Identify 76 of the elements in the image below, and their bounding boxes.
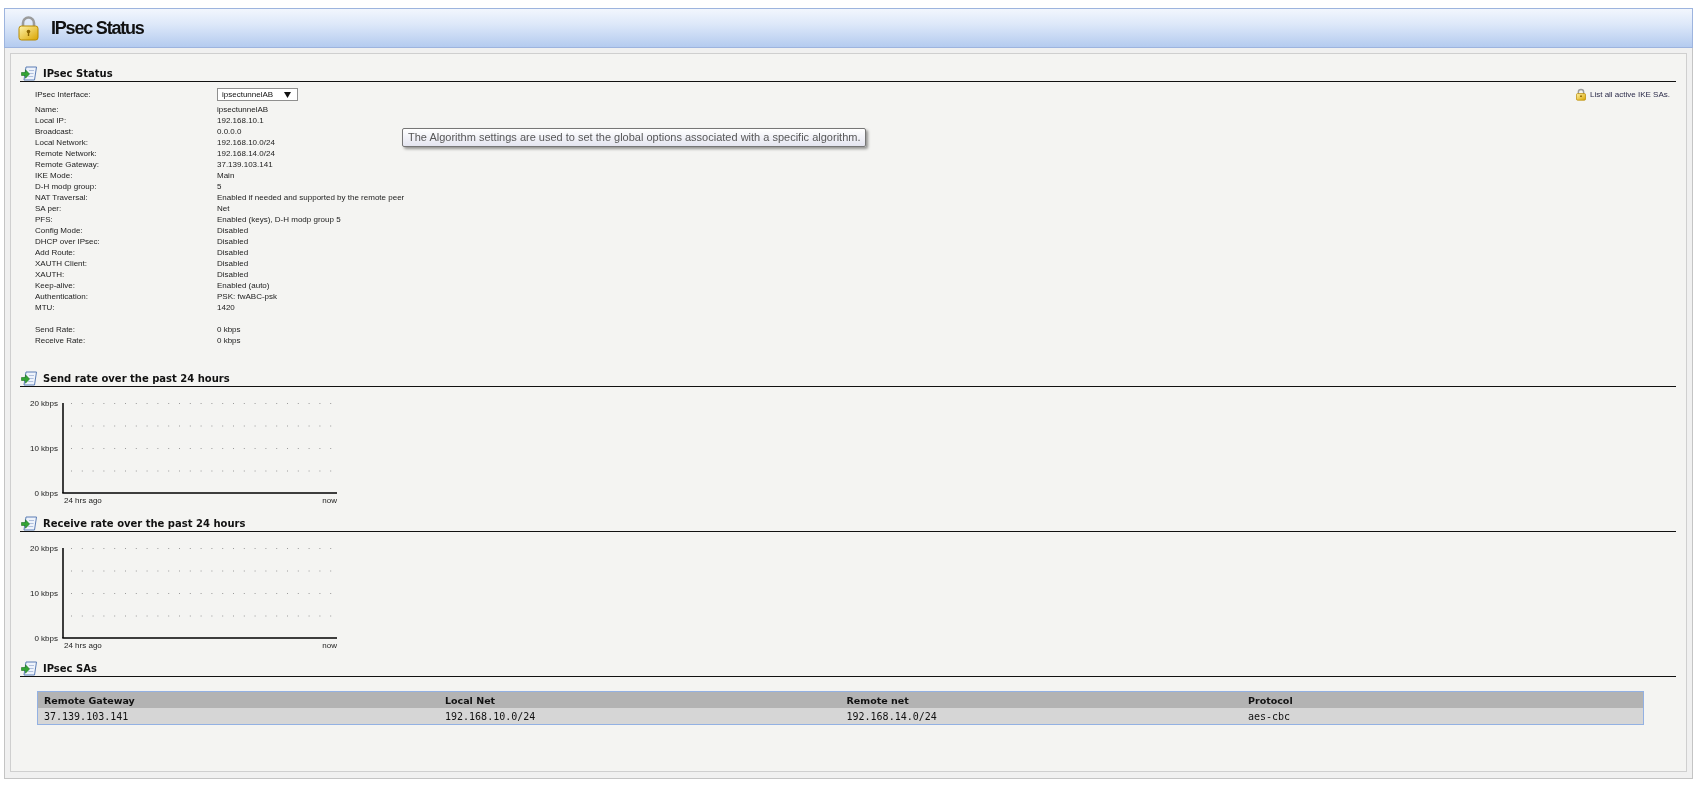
field-label: MTU: [35, 302, 56, 313]
column-header: Protocol [1242, 691, 1644, 708]
field-value: Enabled if needed and supported by the remote peer [217, 192, 405, 203]
field-value: ipsectunnelAB [217, 104, 269, 115]
field-value: Enabled (keys), D-H modp group 5 [217, 214, 341, 225]
field-value: Net [217, 203, 230, 214]
field-label: Config Mode: [35, 225, 84, 236]
caret-icon [284, 91, 291, 98]
field-value: Disabled [217, 247, 249, 258]
y-tick-label: 20 kbps [29, 398, 58, 408]
x-tick-label: 24 hrs ago [64, 495, 102, 505]
column-header: Remote Gateway [37, 691, 439, 708]
column-header: Remote net [840, 691, 1242, 708]
field-value: 0.0.0.0 [217, 126, 242, 137]
document-arrow-icon [21, 370, 37, 386]
field-label: Local Network: [35, 137, 89, 148]
field-label: DHCP over IPsec: [35, 236, 101, 247]
field-value: 1420 [217, 302, 235, 313]
y-tick-label: 0 kbps [34, 633, 58, 643]
section-title: Send rate over the past 24 hours [43, 371, 230, 385]
field-label: Receive Rate: [35, 335, 87, 346]
field-label: Broadcast: [35, 126, 75, 137]
field-value: 192.168.10.0/24 [217, 137, 275, 148]
field-label: IKE Mode: [35, 170, 74, 181]
field-value: Disabled [217, 236, 249, 247]
document-arrow-icon [21, 515, 37, 531]
y-tick-label: 0 kbps [34, 488, 58, 498]
padlock-icon [1575, 88, 1586, 101]
field-label: PFS: [35, 214, 54, 225]
section-title: IPsec Status [43, 66, 113, 80]
table-cell: 192.168.14.0/24 [840, 708, 1242, 725]
field-value: Enabled (auto) [217, 280, 270, 291]
field-value: PSK: fwABC-psk [217, 291, 277, 302]
field-value: 0 kbps [217, 335, 241, 346]
field-label: Remote Gateway: [35, 159, 101, 170]
document-arrow-icon [21, 660, 37, 676]
field-value: 0 kbps [217, 324, 241, 335]
tooltip: The Algorithm settings are used to set the global options associated with a specific algorithm. [402, 128, 867, 147]
field-label: SA per: [35, 203, 63, 214]
y-tick-label: 10 kbps [29, 588, 58, 598]
table-cell: 192.168.10.0/24 [439, 708, 841, 725]
y-tick-label: 20 kbps [29, 543, 58, 553]
field-label: D-H modp group: [35, 181, 98, 192]
field-value: 5 [217, 181, 222, 192]
field-label: IPsec Interface: [35, 89, 92, 100]
field-label: Add Route: [35, 247, 77, 258]
field-value: Disabled [217, 258, 249, 269]
section-title: Receive rate over the past 24 hours [43, 516, 246, 530]
field-value: 192.168.10.1 [217, 115, 264, 126]
field-label: NAT Traversal: [35, 192, 89, 203]
y-tick-label: 10 kbps [29, 443, 58, 453]
padlock-icon [18, 15, 39, 41]
field-value: Disabled [217, 225, 249, 236]
field-label: XAUTH: [35, 269, 66, 280]
field-label: Send Rate: [35, 324, 77, 335]
field-label: XAUTH Client: [35, 258, 88, 269]
field-label: Local IP: [35, 115, 68, 126]
document-arrow-icon [21, 65, 37, 81]
field-value: 37.139.103.141 [217, 159, 273, 170]
section-title: IPsec SAs [43, 661, 97, 675]
field-value: 192.168.14.0/24 [217, 148, 275, 159]
table-cell: aes-cbc [1242, 708, 1644, 725]
interface-select[interactable]: ipsectunnelAB [217, 88, 298, 101]
ike-sas-link[interactable]: List all active IKE SAs. [1589, 89, 1670, 100]
column-header: Local Net [439, 691, 841, 708]
x-tick-label: now [322, 640, 337, 650]
x-tick-label: 24 hrs ago [64, 640, 102, 650]
page-title: IPsec Status [51, 17, 144, 39]
field-label: Remote Network: [35, 148, 98, 159]
field-label: Name: [35, 104, 60, 115]
field-label: Keep-alive: [35, 280, 77, 291]
table-cell: 37.139.103.141 [37, 708, 439, 725]
x-tick-label: now [322, 495, 337, 505]
field-value: Disabled [217, 269, 249, 280]
field-label: Authentication: [35, 291, 89, 302]
field-value: Main [217, 170, 235, 181]
